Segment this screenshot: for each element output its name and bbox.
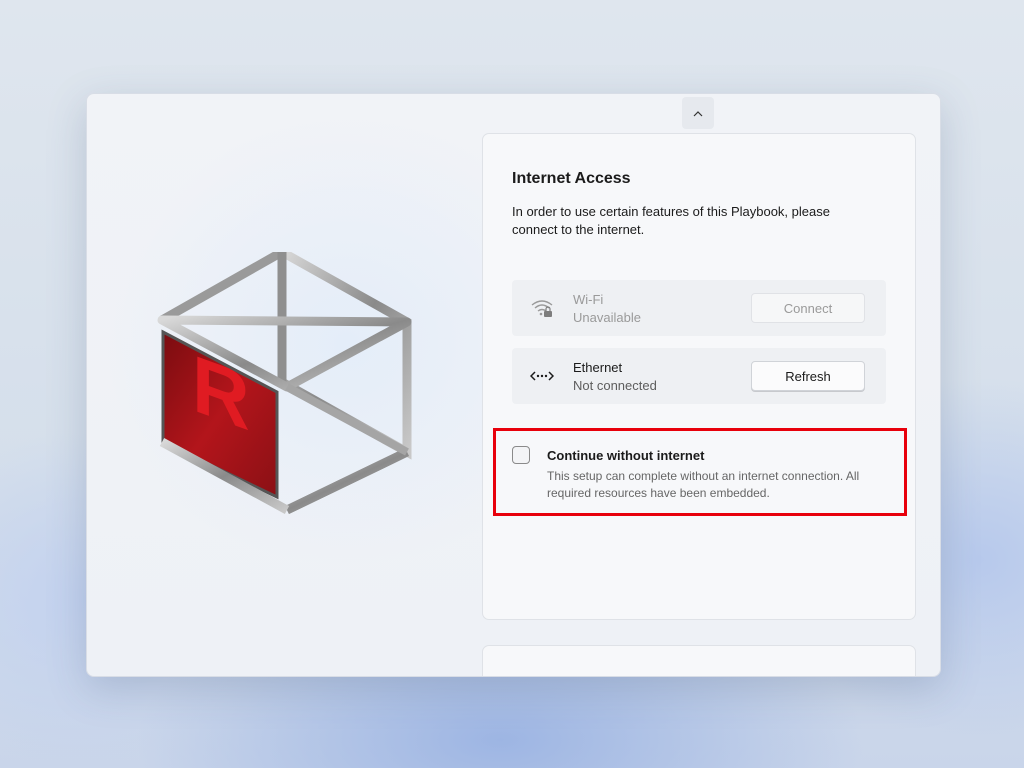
ethernet-row: Ethernet Not connected Refresh	[512, 348, 886, 404]
internet-access-card: Internet Access In order to use certain …	[482, 133, 916, 620]
collapse-button[interactable]	[682, 97, 714, 129]
ethernet-refresh-button[interactable]: Refresh	[751, 361, 865, 391]
card-title: Internet Access	[512, 170, 631, 187]
ethernet-status: Not connected	[573, 378, 657, 393]
continue-without-internet-checkbox[interactable]	[512, 446, 530, 464]
wifi-lock-icon	[530, 298, 554, 318]
cube-logo-icon: R	[157, 244, 417, 522]
wifi-status: Unavailable	[573, 310, 641, 325]
continue-description: This setup can complete without an inter…	[547, 469, 860, 500]
continue-title[interactable]: Continue without internet	[547, 448, 704, 463]
ethernet-icon	[529, 366, 555, 386]
setup-window: R Internet Access In order to use certai…	[86, 93, 941, 677]
wifi-name: Wi-Fi	[573, 292, 604, 307]
card-description: In order to use certain features of this…	[512, 204, 830, 237]
next-card	[482, 645, 916, 676]
chevron-up-icon	[693, 106, 703, 120]
wifi-row: Wi-Fi Unavailable Connect	[512, 280, 886, 336]
ethernet-name: Ethernet	[573, 360, 623, 375]
wifi-connect-button[interactable]: Connect	[751, 293, 865, 323]
